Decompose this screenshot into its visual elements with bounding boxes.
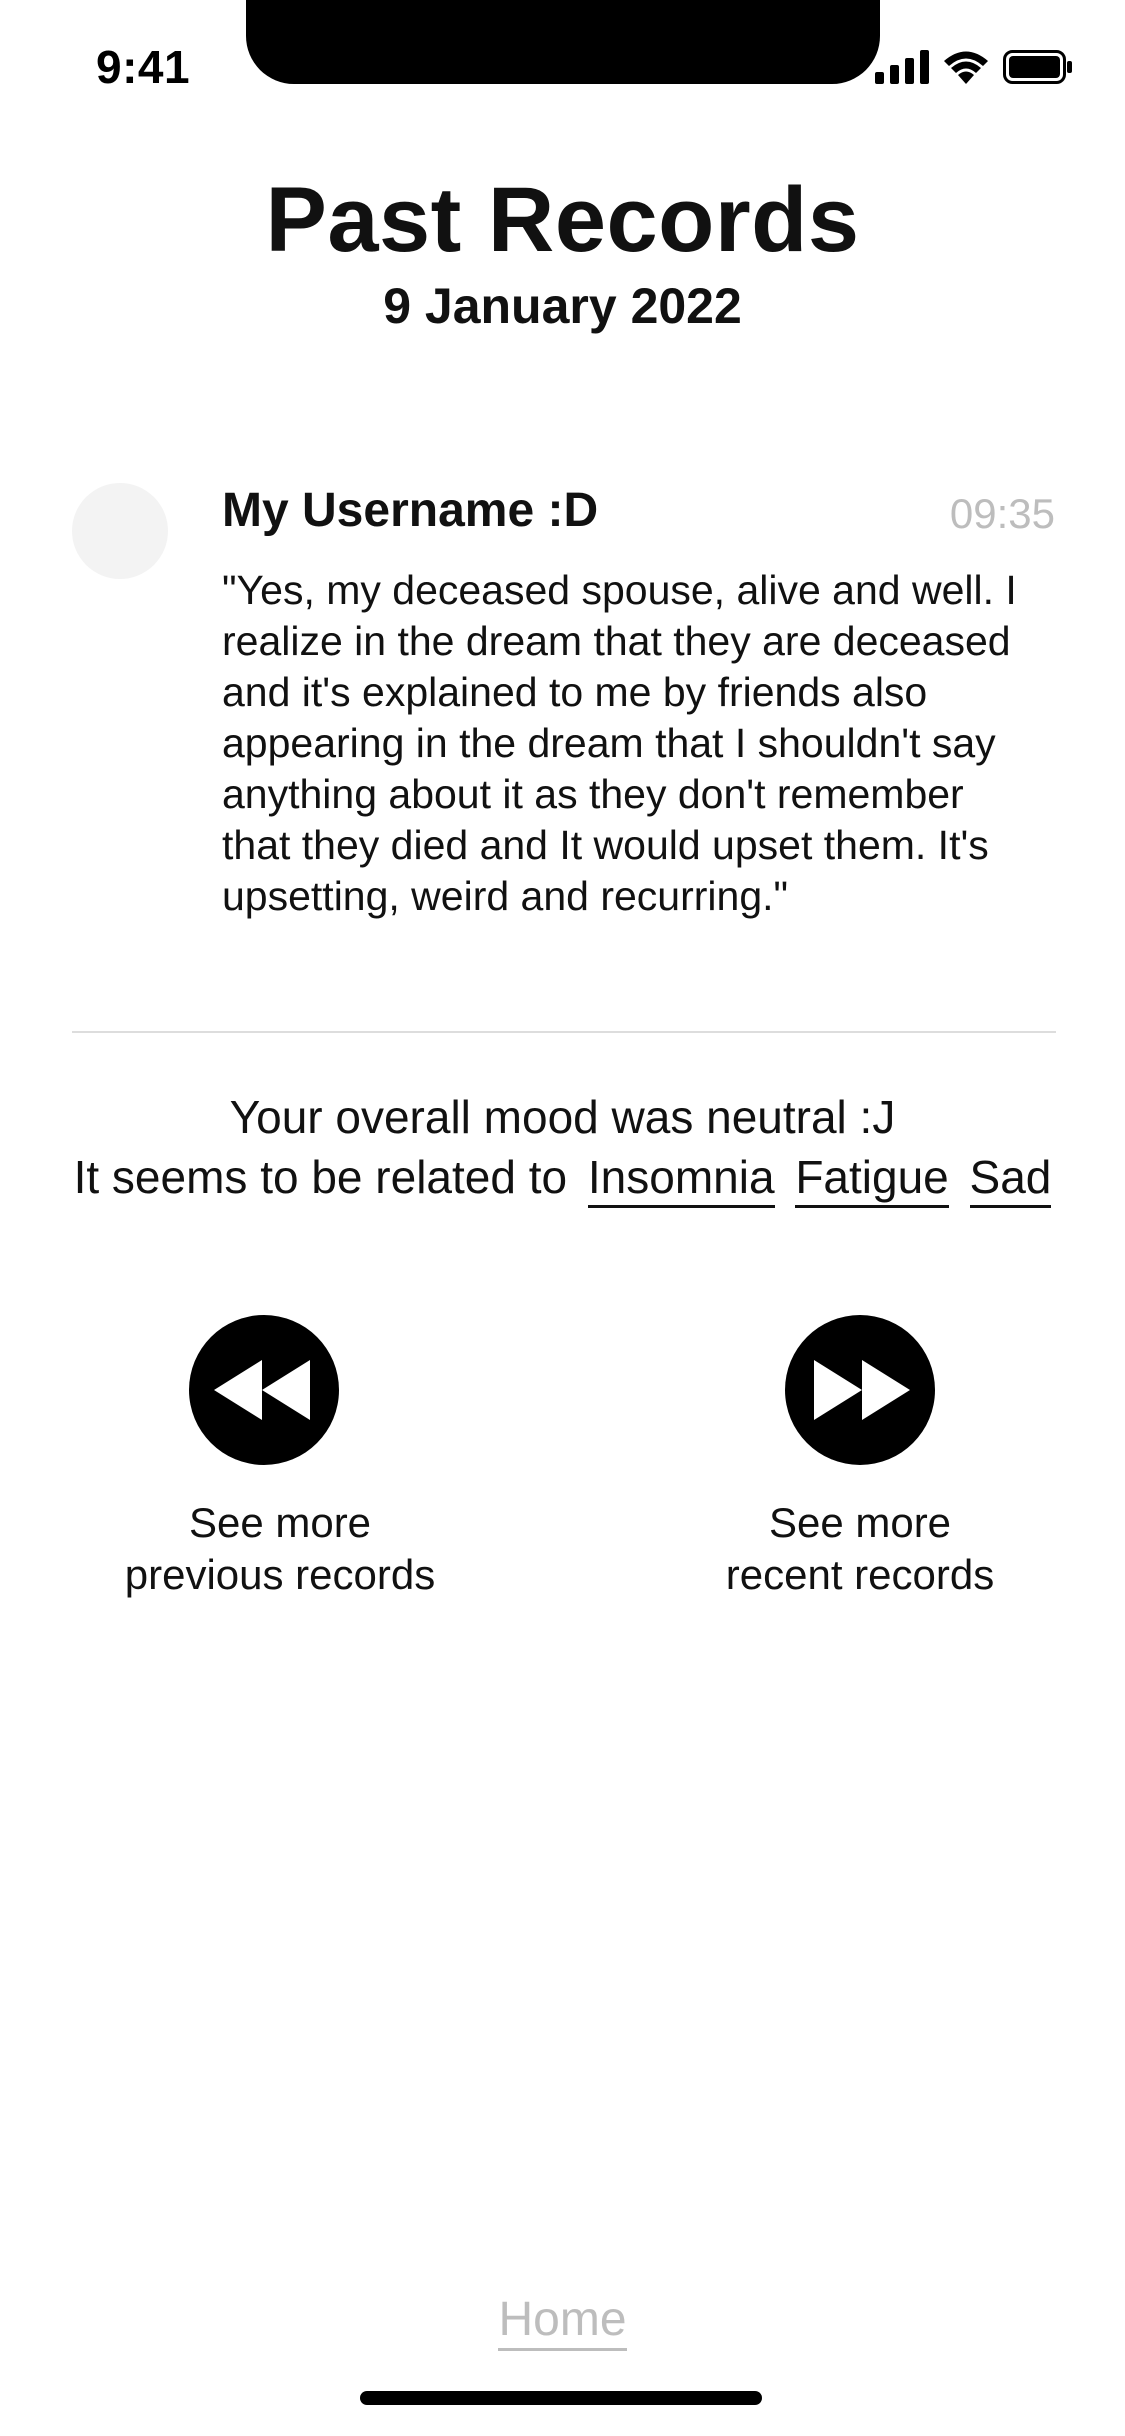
previous-label-line-2: previous records bbox=[124, 1551, 436, 1598]
recent-label-line-1: See more bbox=[768, 1499, 952, 1546]
status-bar: 9:41 bbox=[0, 0, 1125, 132]
status-time: 9:41 bbox=[96, 41, 191, 93]
previous-records-circle[interactable] bbox=[189, 1315, 339, 1465]
record-time: 09:35 bbox=[949, 490, 1055, 537]
record-username: My Username :D bbox=[222, 484, 599, 537]
previous-label-line-1: See more bbox=[188, 1499, 372, 1546]
recent-label-line-2: recent records bbox=[725, 1551, 995, 1598]
record-date: 9 January 2022 bbox=[383, 278, 742, 334]
home-link-container: Home bbox=[0, 2292, 1125, 2351]
status-icons bbox=[875, 50, 1073, 84]
related-prefix: It seems to be related to bbox=[73, 1151, 568, 1203]
page-title: Past Records bbox=[265, 169, 860, 271]
home-indicator bbox=[360, 2391, 762, 2405]
recent-records-label[interactable]: See more recent records bbox=[650, 1497, 1070, 1601]
recent-records-button[interactable]: See more recent records bbox=[650, 1315, 1070, 1601]
fast-forward-icon bbox=[814, 1360, 910, 1420]
cellular-signal-icon bbox=[875, 50, 929, 84]
battery-icon bbox=[1003, 50, 1072, 84]
mood-summary: Your overall mood was neutral :J bbox=[229, 1091, 896, 1143]
previous-records-label[interactable]: See more previous records bbox=[70, 1497, 490, 1601]
tag-sad-link[interactable]: Sad bbox=[969, 1151, 1052, 1208]
record-text: "Yes, my deceased spouse, alive and well… bbox=[222, 567, 1017, 919]
tag-fatigue-link[interactable]: Fatigue bbox=[795, 1151, 949, 1208]
recent-records-circle[interactable] bbox=[785, 1315, 935, 1465]
divider bbox=[72, 1031, 1056, 1033]
avatar bbox=[72, 483, 168, 579]
rewind-icon bbox=[214, 1360, 310, 1420]
previous-records-button[interactable]: See more previous records bbox=[70, 1315, 490, 1601]
device-notch bbox=[246, 0, 880, 84]
tag-insomnia-link[interactable]: Insomnia bbox=[587, 1151, 775, 1208]
wifi-icon bbox=[944, 51, 988, 84]
related-tags-line: It seems to be related to Insomnia Fatig… bbox=[0, 1150, 1125, 1208]
home-link[interactable]: Home bbox=[498, 2293, 627, 2351]
